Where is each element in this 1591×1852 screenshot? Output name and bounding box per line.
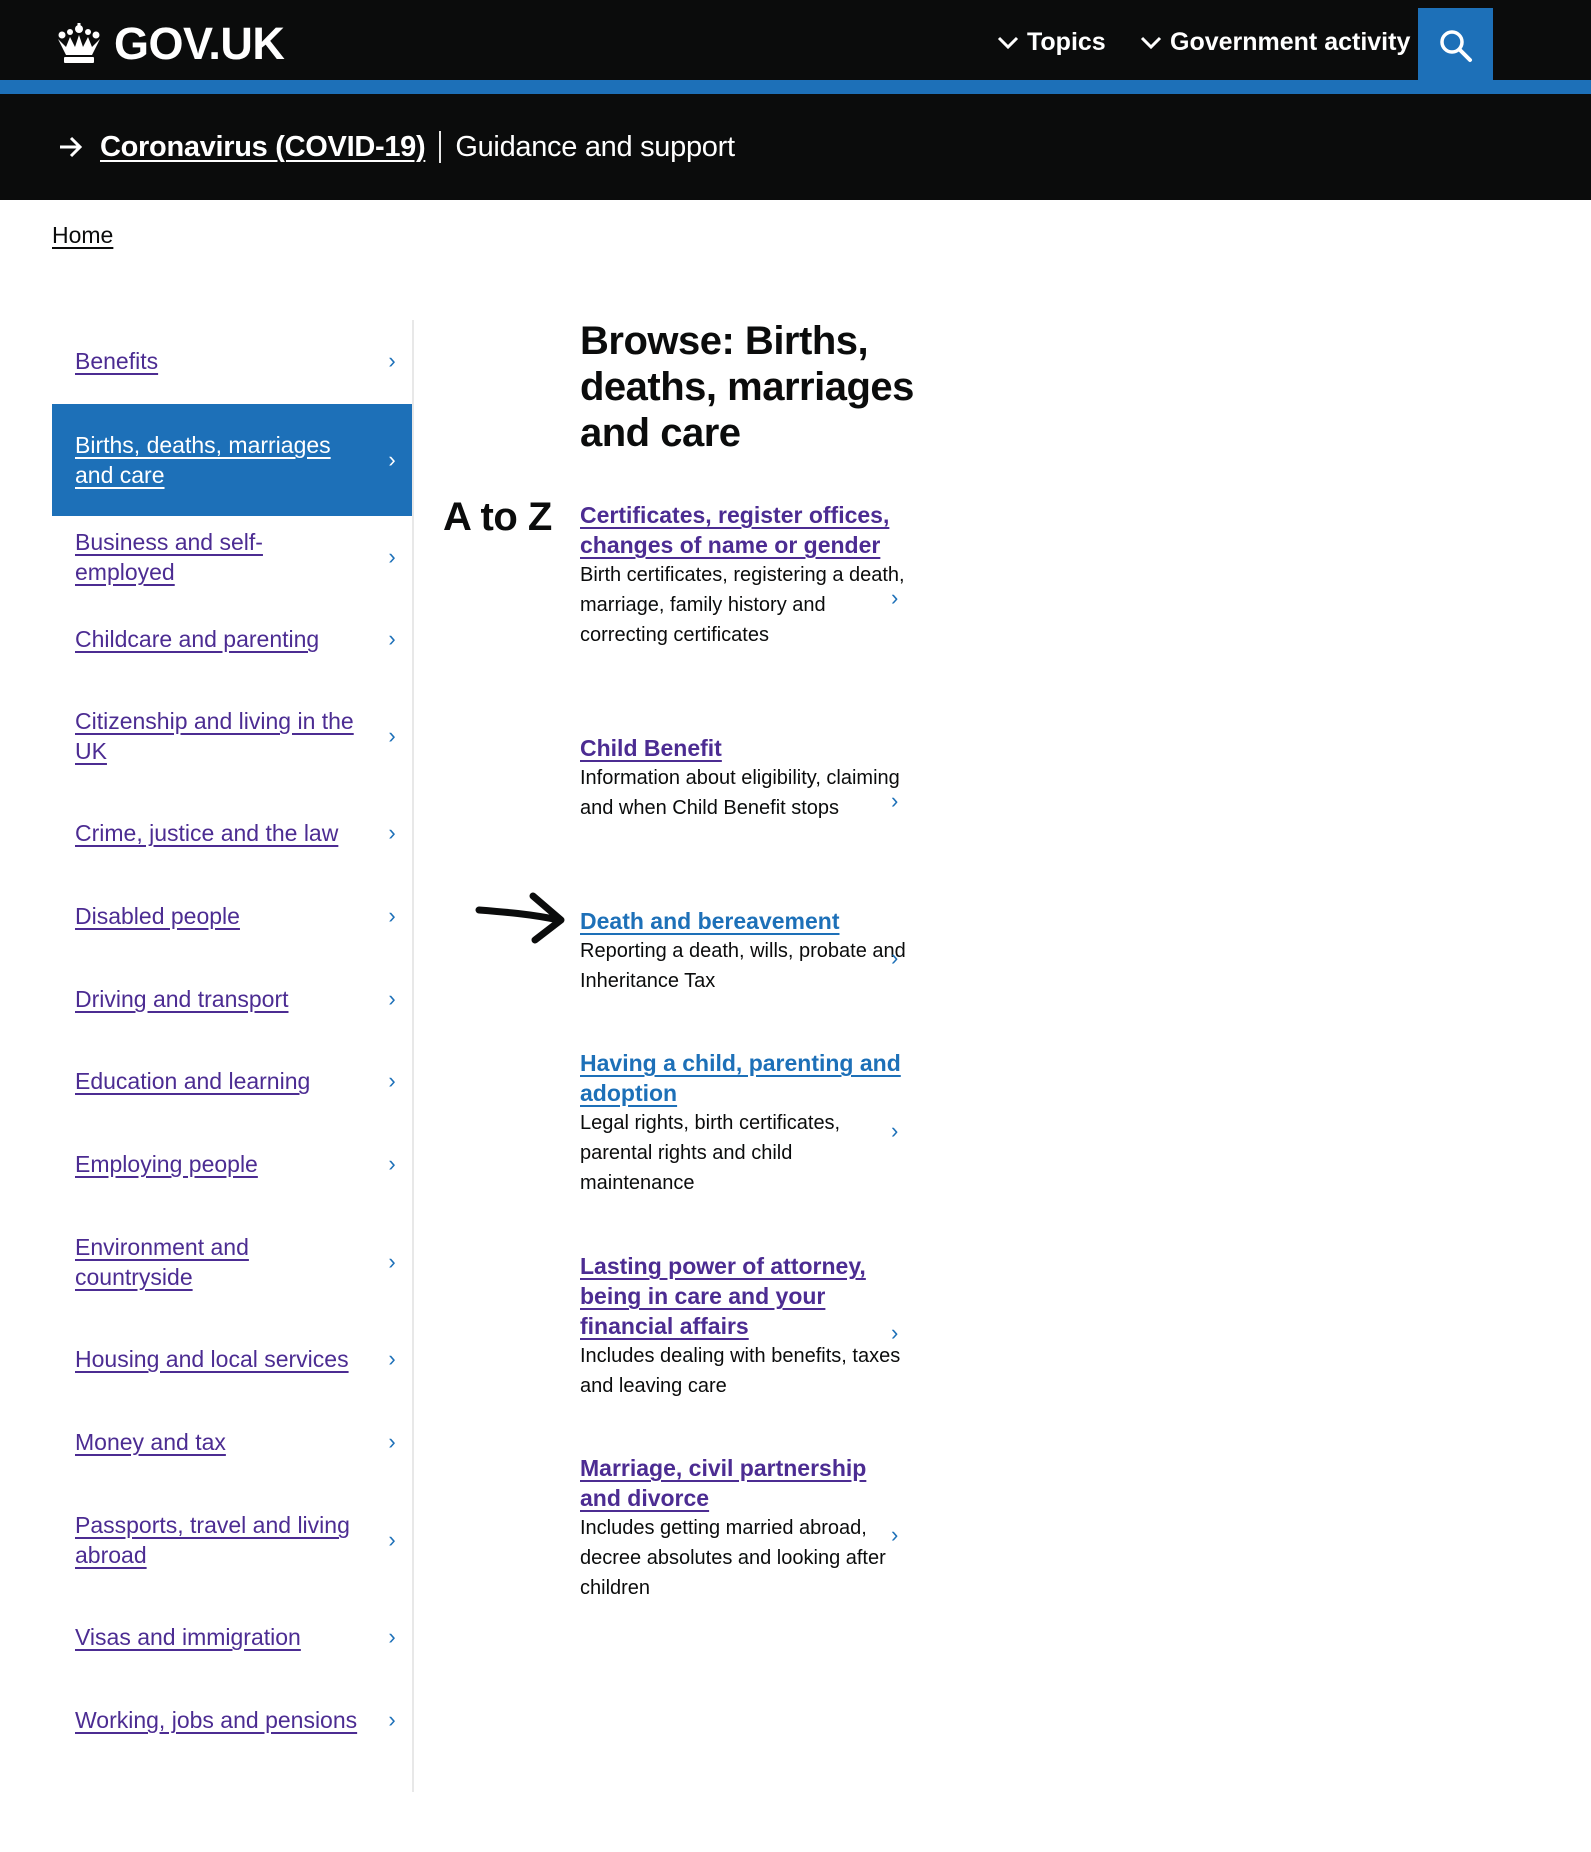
chevron-right-icon[interactable]: › — [891, 1320, 898, 1346]
topic-description: Includes dealing with benefits, taxes an… — [580, 1345, 901, 1397]
sidebar-item-citizenship[interactable]: Citizenship and living in the UK › — [52, 680, 413, 792]
topic-description: Information about eligibility, claiming … — [580, 767, 900, 819]
page-title: Browse: Births, deaths, marriages and ca… — [580, 319, 914, 455]
sidebar-item-label: Working, jobs and pensions — [75, 1707, 358, 1733]
chevron-right-icon[interactable]: › — [891, 945, 898, 971]
sidebar-item-label: Education and learning — [75, 1068, 311, 1094]
sidebar-item-label: Money and tax — [75, 1429, 226, 1455]
topic-marriage: Marriage, civil partnership and divorce … — [580, 1453, 910, 1603]
topic-certificates: Certificates, register offices, changes … — [580, 500, 910, 650]
site-header: GOV.UK Topics Government activity — [0, 0, 1591, 84]
sidebar-item-label: Driving and transport — [75, 986, 289, 1012]
sidebar-item-benefits[interactable]: Benefits › — [52, 320, 413, 402]
chevron-right-icon: › — [388, 1707, 396, 1732]
breadcrumb-home[interactable]: Home — [52, 222, 113, 249]
covid-link[interactable]: Coronavirus (COVID-19) — [100, 131, 426, 164]
chevron-right-icon: › — [388, 903, 396, 928]
sidebar-item-label: Employing people — [75, 1151, 258, 1177]
chevron-right-icon[interactable]: › — [891, 788, 898, 814]
topic-link[interactable]: Death and bereavement — [580, 906, 910, 936]
sidebar-item-crime[interactable]: Crime, justice and the law › — [52, 792, 413, 874]
covid-subtitle: Guidance and support — [455, 130, 735, 163]
nav-topics-label: Topics — [1027, 28, 1106, 56]
header-blue-rule — [0, 80, 1591, 94]
sidebar-item-label: Business and self-employed — [75, 529, 263, 585]
atoz-heading: A to Z — [443, 495, 552, 539]
sidebar-item-label: Environment and countryside — [75, 1234, 249, 1290]
chevron-right-icon: › — [388, 1346, 396, 1371]
topic-description: Birth certificates, registering a death,… — [580, 564, 905, 646]
topic-link[interactable]: Child Benefit — [580, 733, 910, 763]
topic-link[interactable]: Marriage, civil partnership and divorce — [580, 1453, 910, 1513]
sidebar-item-education[interactable]: Education and learning › — [52, 1040, 413, 1122]
sidebar-item-label: Childcare and parenting — [75, 626, 320, 652]
sidebar-item-births-deaths-marriages[interactable]: Births, deaths, marriages and care › — [52, 404, 413, 516]
search-button[interactable] — [1418, 8, 1493, 84]
sidebar-item-housing[interactable]: Housing and local services › — [52, 1318, 413, 1400]
chevron-right-icon: › — [388, 1429, 396, 1454]
logo-text: GOV.UK — [114, 18, 285, 69]
sidebar-item-visas[interactable]: Visas and immigration › — [52, 1596, 413, 1678]
sidebar-item-label: Crime, justice and the law — [75, 820, 339, 846]
covid-banner: Coronavirus (COVID-19) Guidance and supp… — [0, 94, 1591, 200]
topic-child-benefit: Child Benefit Information about eligibil… — [580, 733, 910, 823]
chevron-right-icon: › — [388, 1151, 396, 1176]
topic-link[interactable]: Lasting power of attorney, being in care… — [580, 1251, 910, 1341]
chevron-down-icon — [997, 36, 1019, 49]
chevron-right-icon[interactable]: › — [891, 1118, 898, 1144]
nav-topics[interactable]: Topics — [997, 28, 1106, 57]
topic-link[interactable]: Certificates, register offices, changes … — [580, 500, 910, 560]
crown-icon — [58, 23, 100, 63]
chevron-right-icon: › — [388, 544, 396, 569]
sidebar-item-employing[interactable]: Employing people › — [52, 1122, 413, 1206]
sidebar-item-label: Housing and local services — [75, 1346, 349, 1372]
topic-death-bereavement: Death and bereavement Reporting a death,… — [580, 906, 910, 996]
annotation-arrow-icon — [475, 892, 565, 944]
sidebar-item-money[interactable]: Money and tax › — [52, 1400, 413, 1484]
chevron-right-icon: › — [388, 1527, 396, 1552]
chevron-right-icon: › — [388, 986, 396, 1011]
chevron-down-icon — [1140, 36, 1162, 49]
chevron-right-icon: › — [388, 820, 396, 845]
topic-description: Reporting a death, wills, probate and In… — [580, 940, 906, 992]
nav-government-activity-label: Government activity — [1170, 28, 1411, 56]
sidebar-item-label: Benefits — [75, 348, 159, 374]
sidebar-item-passports[interactable]: Passports, travel and living abroad › — [52, 1484, 413, 1596]
nav-government-activity[interactable]: Government activity — [1140, 28, 1410, 57]
sidebar-item-environment[interactable]: Environment and countryside › — [52, 1206, 413, 1318]
chevron-right-icon[interactable]: › — [891, 1522, 898, 1548]
topic-link[interactable]: Having a child, parenting and adoption — [580, 1048, 910, 1108]
topic-having-child: Having a child, parenting and adoption L… — [580, 1048, 910, 1198]
topic-lasting-power: Lasting power of attorney, being in care… — [580, 1251, 910, 1401]
topic-description: Includes getting married abroad, decree … — [580, 1517, 886, 1599]
chevron-right-icon[interactable]: › — [891, 585, 898, 611]
chevron-right-icon: › — [388, 626, 396, 651]
sidebar-item-disabled[interactable]: Disabled people › — [52, 874, 413, 958]
chevron-right-icon: › — [388, 447, 396, 472]
topic-description: Legal rights, birth certificates, parent… — [580, 1112, 841, 1194]
sidebar-item-business[interactable]: Business and self-employed › — [52, 516, 413, 598]
sidebar-item-working[interactable]: Working, jobs and pensions › — [52, 1678, 413, 1762]
sidebar-item-label: Visas and immigration — [75, 1624, 301, 1650]
chevron-right-icon: › — [388, 348, 396, 373]
chevron-right-icon: › — [388, 1624, 396, 1649]
sidebar-item-label: Passports, travel and living abroad — [75, 1512, 350, 1568]
sidebar-item-label: Births, deaths, marriages and care — [75, 432, 331, 488]
sidebar-item-driving[interactable]: Driving and transport › — [52, 958, 413, 1040]
sidebar-item-label: Disabled people — [75, 903, 240, 929]
sidebar-item-childcare[interactable]: Childcare and parenting › — [52, 598, 413, 680]
sidebar-divider — [412, 320, 414, 1792]
sidebar-item-label: Citizenship and living in the UK — [75, 708, 354, 764]
search-icon — [1439, 30, 1472, 62]
govuk-logo[interactable]: GOV.UK — [52, 18, 285, 70]
covid-divider — [439, 131, 442, 163]
chevron-right-icon: › — [388, 1068, 396, 1093]
chevron-right-icon: › — [388, 1249, 396, 1274]
arrow-right-icon — [60, 136, 83, 158]
chevron-right-icon: › — [388, 723, 396, 748]
